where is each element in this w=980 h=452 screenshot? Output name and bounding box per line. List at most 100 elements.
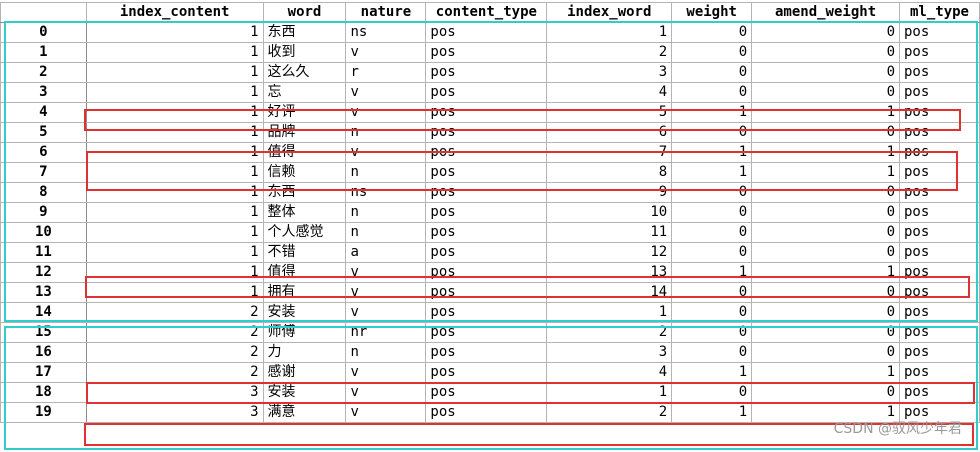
index-word-cell[interactable]: 3 [546,62,673,83]
content-type-cell[interactable]: pos [425,22,548,43]
index-word-cell[interactable]: 1 [546,302,673,323]
weight-cell[interactable]: 1 [671,402,753,423]
index-content-cell[interactable]: 2 [85,322,264,343]
nature-cell[interactable]: n [345,222,427,243]
content-type-cell[interactable]: pos [425,402,548,423]
content-type-cell[interactable]: pos [425,302,548,323]
weight-cell[interactable]: 0 [671,82,753,103]
content-type-cell[interactable]: pos [425,322,548,343]
ml-type-cell[interactable]: pos [899,182,980,203]
word-cell[interactable]: 安装 [262,302,347,323]
content-type-cell[interactable]: pos [425,182,548,203]
amend-weight-cell[interactable]: 0 [751,322,900,343]
word-cell[interactable]: 不错 [262,242,347,263]
nature-cell[interactable]: n [345,342,427,363]
nature-cell[interactable]: a [345,242,427,263]
content-type-cell[interactable]: pos [425,342,548,363]
ml-type-cell[interactable]: pos [899,322,980,343]
index-word-cell[interactable]: 9 [546,182,673,203]
nature-cell[interactable]: ns [345,22,427,43]
amend-weight-cell[interactable]: 0 [751,302,900,323]
content-type-cell[interactable]: pos [425,242,548,263]
nature-cell[interactable]: v [345,262,427,283]
word-cell[interactable]: 这么久 [262,62,347,83]
nature-cell[interactable]: n [345,202,427,223]
word-cell[interactable]: 品牌 [262,122,347,143]
content-type-cell[interactable]: pos [425,82,548,103]
index-word-cell[interactable]: 5 [546,102,673,123]
word-cell[interactable]: 整体 [262,202,347,223]
column-header[interactable]: word [262,2,347,23]
amend-weight-cell[interactable]: 1 [751,262,900,283]
word-cell[interactable]: 拥有 [262,282,347,303]
weight-cell[interactable]: 0 [671,22,753,43]
word-cell[interactable]: 值得 [262,262,347,283]
weight-cell[interactable]: 0 [671,342,753,363]
word-cell[interactable]: 信赖 [262,162,347,183]
ml-type-cell[interactable]: pos [899,342,980,363]
content-type-cell[interactable]: pos [425,102,548,123]
content-type-cell[interactable]: pos [425,122,548,143]
amend-weight-cell[interactable]: 0 [751,222,900,243]
amend-weight-cell[interactable]: 0 [751,122,900,143]
nature-cell[interactable]: v [345,42,427,63]
word-cell[interactable]: 好评 [262,102,347,123]
weight-cell[interactable]: 1 [671,162,753,183]
word-cell[interactable]: 安装 [262,382,347,403]
nature-cell[interactable]: v [345,302,427,323]
word-cell[interactable]: 力 [262,342,347,363]
index-word-cell[interactable]: 13 [546,262,673,283]
index-word-cell[interactable]: 2 [546,322,673,343]
content-type-cell[interactable]: pos [425,282,548,303]
weight-cell[interactable]: 0 [671,322,753,343]
content-type-cell[interactable]: pos [425,162,548,183]
nature-cell[interactable]: v [345,282,427,303]
column-header[interactable]: index_content [85,2,264,23]
nature-cell[interactable]: n [345,162,427,183]
index-content-cell[interactable]: 1 [85,22,264,43]
index-content-cell[interactable]: 2 [85,302,264,323]
ml-type-cell[interactable]: pos [899,242,980,263]
index-content-cell[interactable]: 1 [85,262,264,283]
content-type-cell[interactable]: pos [425,42,548,63]
ml-type-cell[interactable]: pos [899,222,980,243]
weight-cell[interactable]: 0 [671,182,753,203]
amend-weight-cell[interactable]: 0 [751,342,900,363]
nature-cell[interactable]: nr [345,322,427,343]
index-word-cell[interactable]: 14 [546,282,673,303]
ml-type-cell[interactable]: pos [899,82,980,103]
ml-type-cell[interactable]: pos [899,202,980,223]
content-type-cell[interactable]: pos [425,222,548,243]
amend-weight-cell[interactable]: 0 [751,202,900,223]
weight-cell[interactable]: 0 [671,302,753,323]
weight-cell[interactable]: 0 [671,62,753,83]
ml-type-cell[interactable]: pos [899,142,980,163]
nature-cell[interactable]: n [345,122,427,143]
amend-weight-cell[interactable]: 1 [751,142,900,163]
ml-type-cell[interactable]: pos [899,262,980,283]
index-content-cell[interactable]: 1 [85,242,264,263]
content-type-cell[interactable]: pos [425,202,548,223]
word-cell[interactable]: 东西 [262,22,347,43]
weight-cell[interactable]: 0 [671,282,753,303]
content-type-cell[interactable]: pos [425,142,548,163]
weight-cell[interactable]: 0 [671,42,753,63]
index-content-cell[interactable]: 1 [85,222,264,243]
weight-cell[interactable]: 1 [671,102,753,123]
content-type-cell[interactable]: pos [425,362,548,383]
index-content-cell[interactable]: 3 [85,402,264,423]
amend-weight-cell[interactable]: 0 [751,282,900,303]
ml-type-cell[interactable]: pos [899,382,980,403]
word-cell[interactable]: 个人感觉 [262,222,347,243]
index-word-cell[interactable]: 3 [546,342,673,363]
column-header[interactable]: weight [671,2,753,23]
column-header[interactable]: amend_weight [751,2,900,23]
index-content-cell[interactable]: 1 [85,142,264,163]
weight-cell[interactable]: 1 [671,262,753,283]
amend-weight-cell[interactable]: 0 [751,242,900,263]
word-cell[interactable]: 东西 [262,182,347,203]
index-content-cell[interactable]: 1 [85,62,264,83]
ml-type-cell[interactable]: pos [899,62,980,83]
index-word-cell[interactable]: 7 [546,142,673,163]
index-word-cell[interactable]: 10 [546,202,673,223]
